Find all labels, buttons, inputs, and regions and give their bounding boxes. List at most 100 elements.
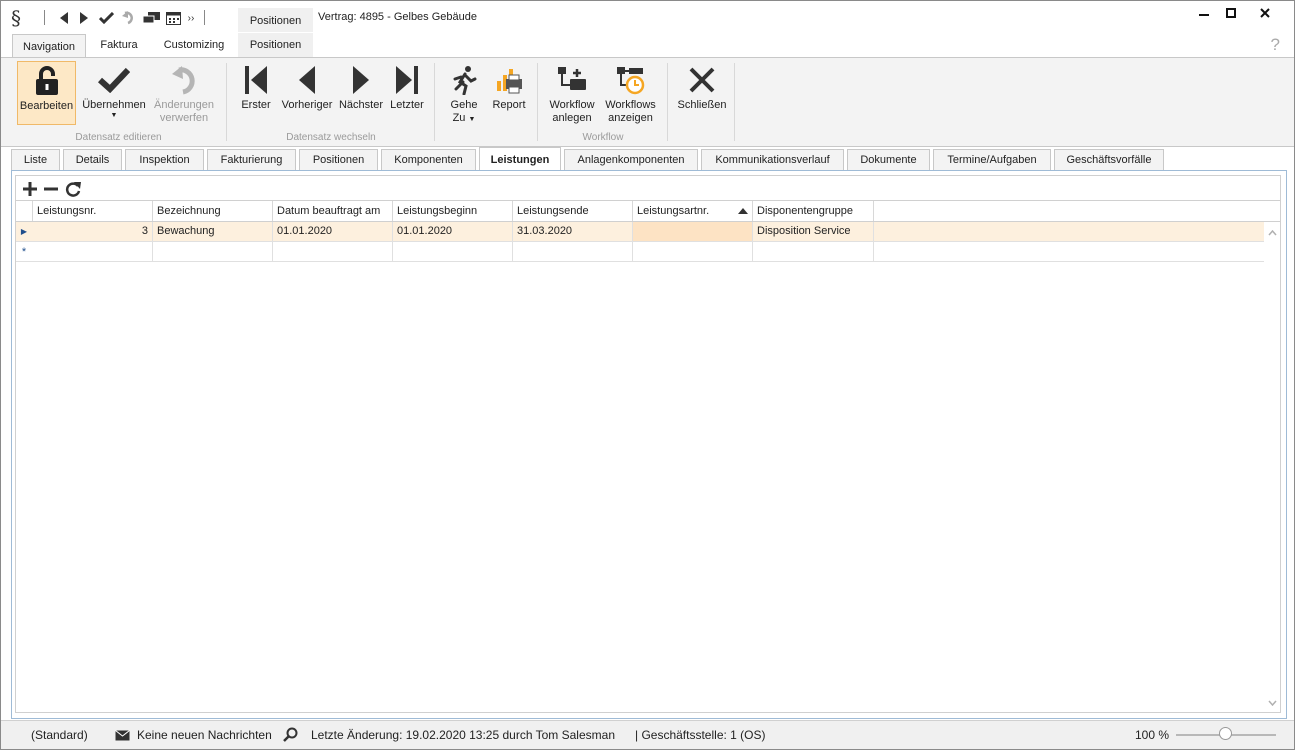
column-header-leistungsbeginn[interactable]: Leistungsbeginn [393,201,513,221]
ribbon-tab-faktura[interactable]: Faktura [89,33,149,57]
cell-leistungsartnr[interactable] [633,222,753,241]
new-cell[interactable] [753,242,874,261]
separator [537,63,538,141]
add-row-icon[interactable] [20,179,40,199]
help-icon[interactable]: ? [1271,35,1280,55]
more-icon[interactable]: ›› [185,10,197,26]
report-button[interactable]: Report [489,61,529,125]
erster-button[interactable]: Erster [237,61,275,125]
workflow-anlegen-button[interactable]: Workflow anlegen [546,61,598,125]
new-cell[interactable] [513,242,633,261]
bearbeiten-label: Bearbeiten [19,100,74,112]
zoom-slider-thumb[interactable] [1219,727,1232,740]
grid-header: Leistungsnr. Bezeichnung Datum beauftrag… [16,201,1280,222]
gehe-label-1: Gehe [450,99,478,111]
undo-icon[interactable] [120,10,136,26]
minimize-icon[interactable] [1192,4,1216,22]
workflow-anlegen-label-1: Workflow [549,99,595,111]
letzter-button[interactable]: Letzter [387,61,427,125]
column-header-leistungsnr[interactable]: Leistungsnr. [33,201,153,221]
gehe-zu-button[interactable]: Gehe Zu ▼ [445,61,483,125]
remove-row-icon[interactable] [41,179,61,199]
cell-bezeichnung[interactable]: Bewachung [153,222,273,241]
new-cell[interactable] [393,242,513,261]
aenderungen-verwerfen-button[interactable]: Änderungen verwerfen [151,61,217,125]
scroll-up-icon[interactable] [1264,225,1280,241]
tab-termine-aufgaben[interactable]: Termine/Aufgaben [933,149,1051,170]
ribbon-tab-positionen[interactable]: Positionen [238,33,313,57]
ribbon: Bearbeiten Übernehmen ▼ Änderungen verwe… [1,57,1294,147]
column-header-disponentengruppe[interactable]: Disponentengruppe [753,201,874,221]
tab-liste[interactable]: Liste [11,149,60,170]
status-bar: (Standard) Keine neuen Nachrichten Letzt… [1,720,1294,749]
checkmark-icon [79,61,149,99]
tab-details[interactable]: Details [63,149,122,170]
tab-inspektion[interactable]: Inspektion [125,149,204,170]
cell-disponentengruppe[interactable]: Disposition Service [753,222,874,241]
refresh-icon[interactable] [63,179,83,199]
grid-toolbar [15,175,1281,201]
scroll-down-icon[interactable] [1264,695,1280,711]
workflows-anzeigen-label-2: anzeigen [608,112,653,124]
context-tab-positionen[interactable]: Positionen [238,8,313,32]
naechster-button[interactable]: Nächster [337,61,385,125]
column-header-bezeichnung[interactable]: Bezeichnung [153,201,273,221]
chat-icon[interactable] [142,10,160,26]
workflows-anzeigen-button[interactable]: Workflows anzeigen [602,61,659,125]
column-header-leistungsende[interactable]: Leistungsende [513,201,633,221]
messages-status[interactable]: Keine neuen Nachrichten [137,728,272,742]
leistungen-grid: Leistungsnr. Bezeichnung Datum beauftrag… [15,201,1281,713]
naechster-label: Nächster [338,99,384,111]
erster-label: Erster [241,99,271,111]
tab-positionen[interactable]: Positionen [299,149,378,170]
next-record-icon [337,61,385,99]
ribbon-tab-customizing[interactable]: Customizing [152,33,236,57]
previous-record-icon [279,61,335,99]
new-cell[interactable] [633,242,753,261]
tab-geschaeftsvorfaelle[interactable]: Geschäftsvorfälle [1054,149,1164,170]
new-row[interactable]: * [16,242,1265,262]
new-cell[interactable] [153,242,273,261]
tab-fakturierung[interactable]: Fakturierung [207,149,296,170]
app-logo[interactable]: § [11,6,21,30]
uebernehmen-button[interactable]: Übernehmen ▼ [79,61,149,125]
separator [667,63,668,141]
cell-leistungsende[interactable]: 31.03.2020 [513,222,633,241]
sort-ascending-icon [738,208,748,214]
new-cell[interactable] [33,242,153,261]
layout-status[interactable]: (Standard) [31,728,88,742]
workflows-anzeigen-label-1: Workflows [605,99,656,111]
tab-kommunikationsverlauf[interactable]: Kommunikationsverlauf [701,149,844,170]
checkmark-icon[interactable] [97,10,115,26]
tab-komponenten[interactable]: Komponenten [381,149,476,170]
forward-icon[interactable] [77,10,91,26]
column-header-datum-beauftragt[interactable]: Datum beauftragt am [273,201,393,221]
maximize-icon[interactable] [1219,4,1243,22]
cell-leistungsnr[interactable]: 3 [33,222,153,241]
column-header-leistungsartnr[interactable]: Leistungsartnr. [633,201,753,221]
header-indicator [16,201,33,221]
back-icon[interactable] [57,10,71,26]
separator [434,63,435,141]
search-icon[interactable] [283,727,298,745]
table-row[interactable]: ▶ 3 Bewachung 01.01.2020 01.01.2020 31.0… [16,222,1265,242]
tab-dokumente[interactable]: Dokumente [847,149,930,170]
last-record-icon [387,61,427,99]
bearbeiten-button[interactable]: Bearbeiten [17,61,76,125]
ribbon-tab-navigation[interactable]: Navigation [12,34,86,58]
undo-icon [151,61,217,99]
vorheriger-button[interactable]: Vorheriger [279,61,335,125]
uebernehmen-label: Übernehmen [82,99,146,111]
branch-status: | Geschäftsstelle: 1 (OS) [635,728,766,742]
tab-anlagenkomponenten[interactable]: Anlagenkomponenten [564,149,698,170]
new-row-indicator-icon: * [21,245,27,258]
tab-leistungen[interactable]: Leistungen [479,147,561,171]
schliessen-button[interactable]: Schließen [676,61,728,125]
cell-datum-beauftragt[interactable]: 01.01.2020 [273,222,393,241]
new-cell[interactable] [273,242,393,261]
vertical-scrollbar[interactable] [1264,222,1280,712]
cell-leistungsbeginn[interactable]: 01.01.2020 [393,222,513,241]
record-tab-strip: Liste Details Inspektion Fakturierung Po… [1,147,1294,171]
calendar-icon[interactable] [164,10,182,26]
close-window-icon[interactable] [1253,4,1277,22]
